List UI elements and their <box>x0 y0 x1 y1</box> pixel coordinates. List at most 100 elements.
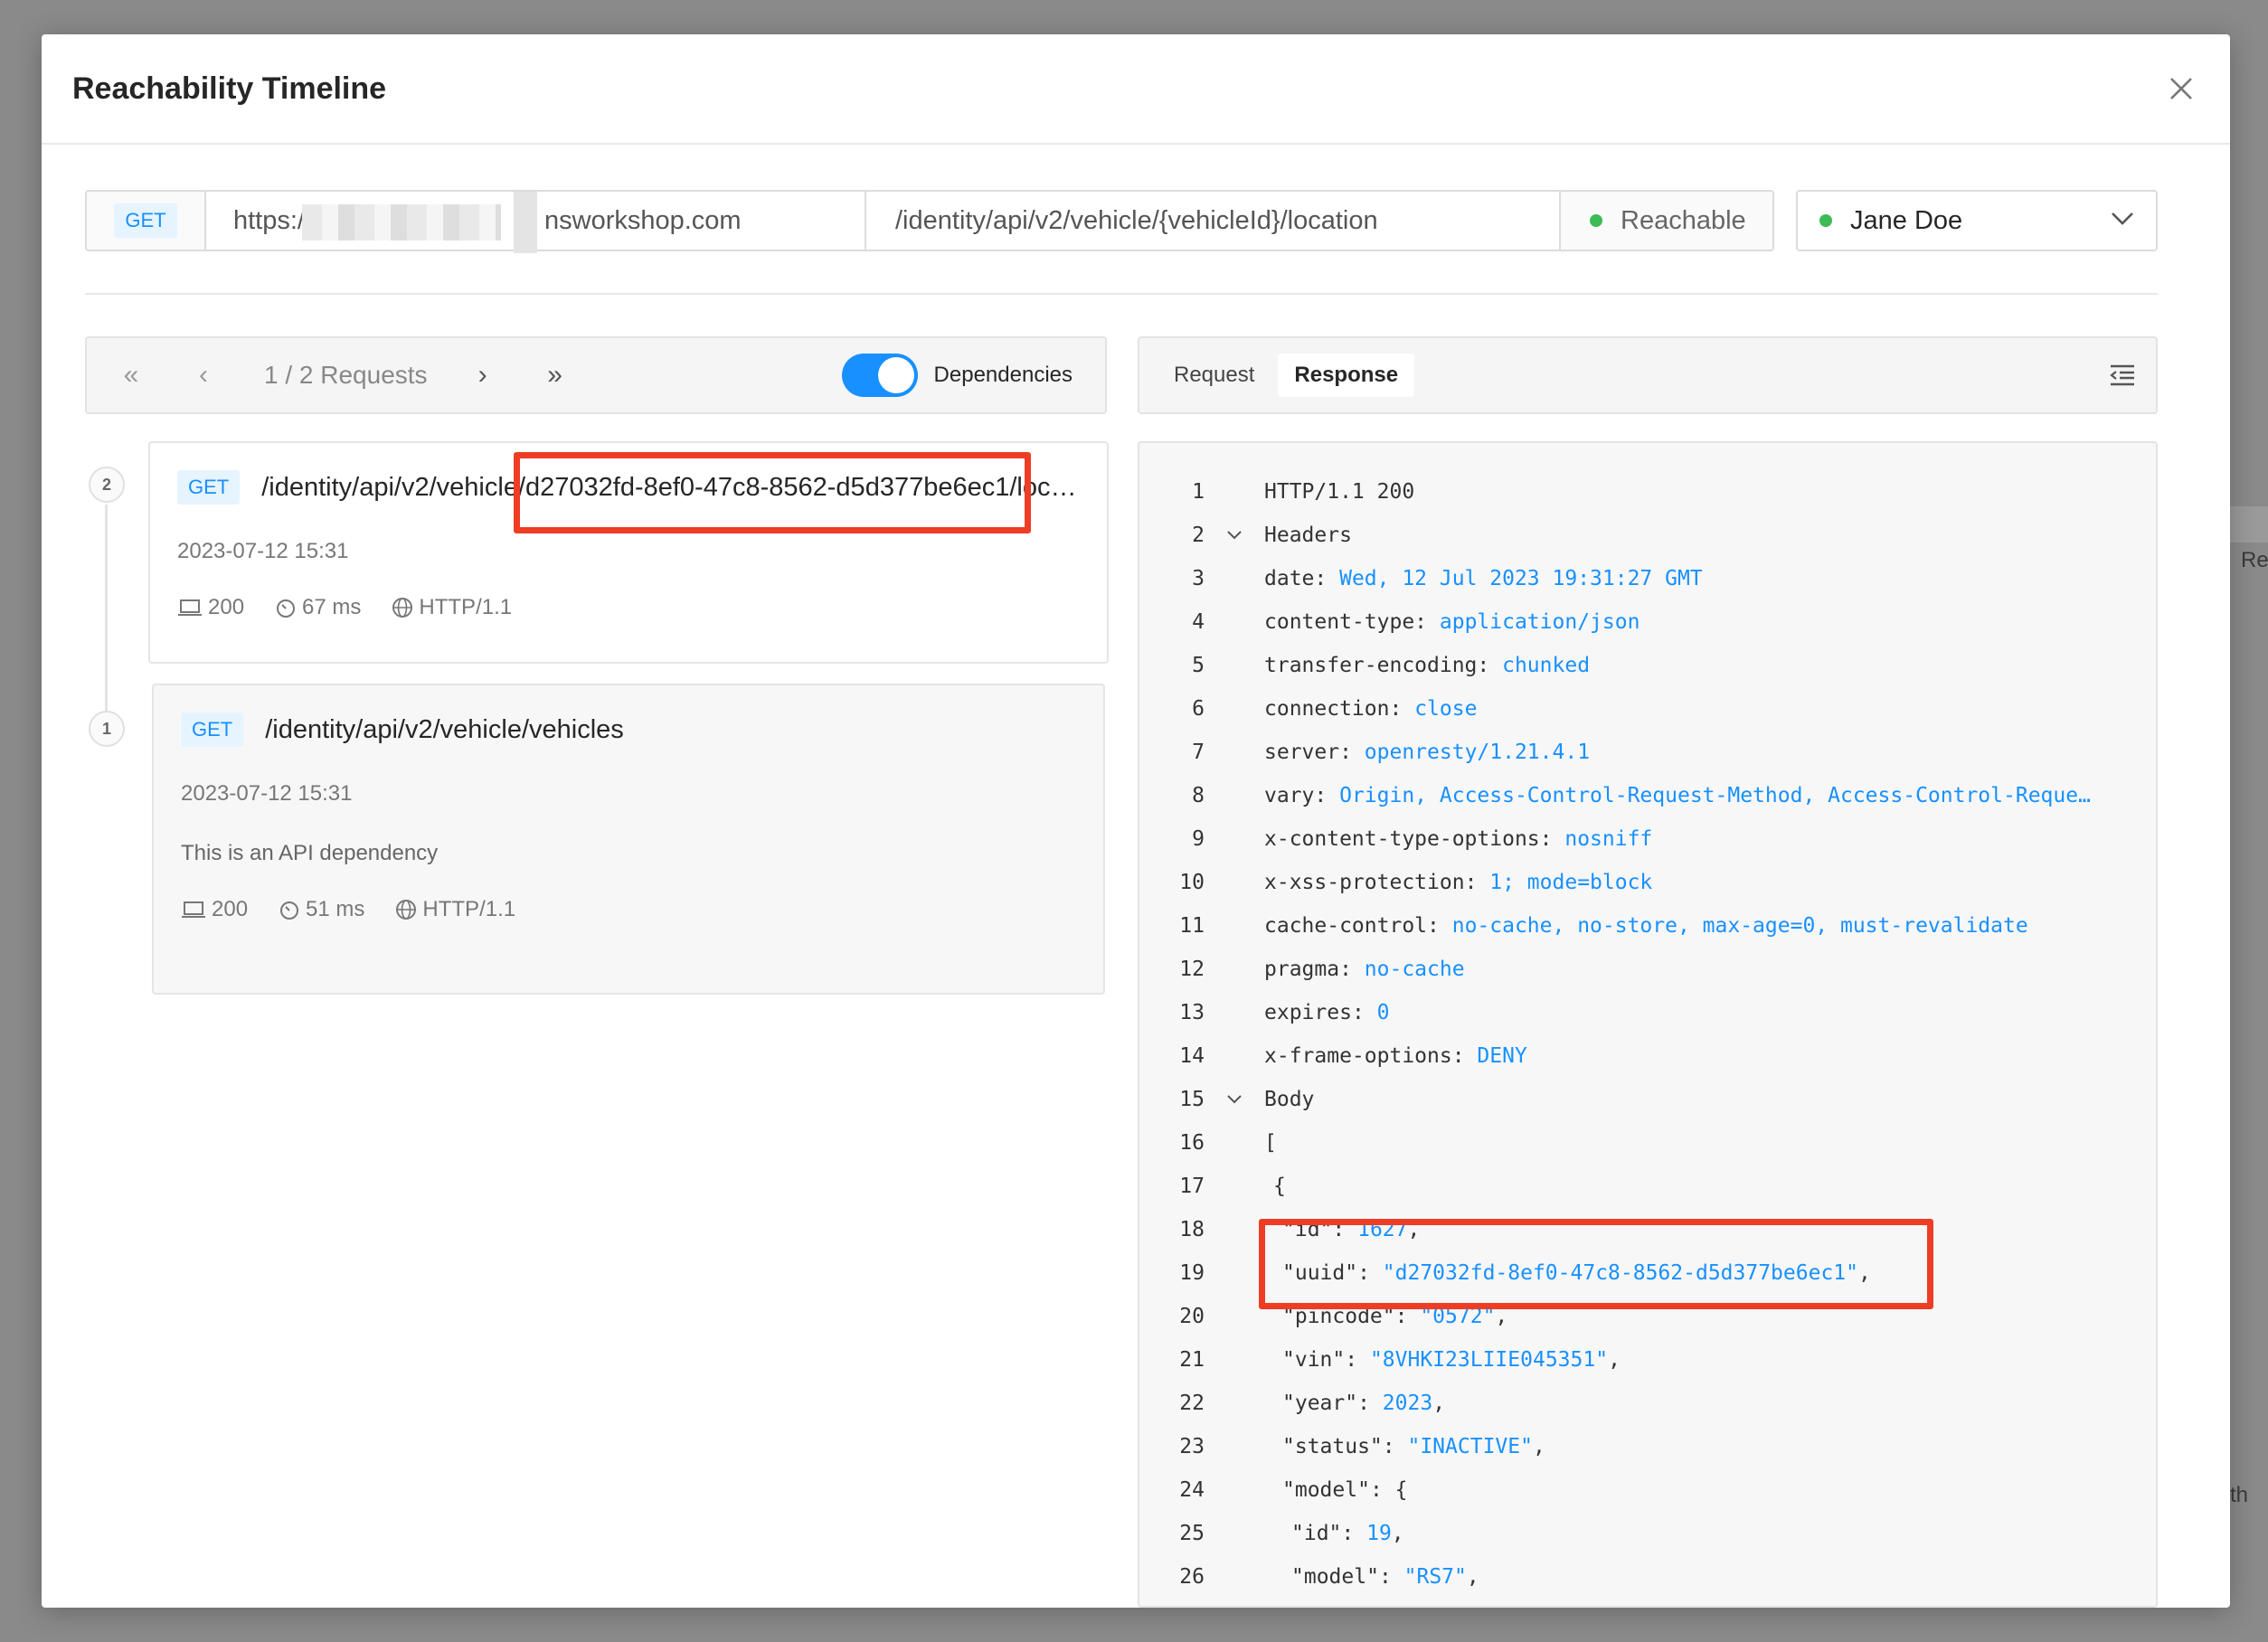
code-content: vary: Origin, Access-Control-Request-Met… <box>1264 784 2091 807</box>
code-content: cache-control: no-cache, no-store, max-a… <box>1264 914 2028 938</box>
code-key: "status" <box>1282 1435 1383 1458</box>
status-code-item: 200 <box>181 897 248 922</box>
code-value: no-cache, no-store, max-age=0, must-reva… <box>1451 914 2028 938</box>
code-line: 2 Headers <box>1139 514 2156 557</box>
code-content: "year": 2023, <box>1264 1392 1445 1415</box>
method-badge: GET <box>177 470 241 505</box>
redacted-host-block <box>302 204 501 241</box>
line-number: 4 <box>1192 610 1205 634</box>
prev-request-icon[interactable]: ‹ <box>192 360 215 391</box>
last-request-icon[interactable]: » <box>543 360 567 391</box>
code-value: nosniff <box>1564 827 1653 851</box>
code-separator: : <box>1339 741 1365 764</box>
collapse-chevron-icon[interactable] <box>1205 530 1264 541</box>
code-value: "8VHKI23LIIE045351" <box>1369 1348 1609 1372</box>
code-value: "0572" <box>1420 1305 1496 1328</box>
code-key: "id" <box>1282 1218 1333 1241</box>
code-separator: : <box>1464 871 1490 894</box>
code-content: x-frame-options: DENY <box>1264 1044 1527 1068</box>
code-separator: : <box>1427 914 1452 938</box>
next-request-icon[interactable]: › <box>471 360 495 391</box>
code-separator: : <box>1389 697 1415 721</box>
code-key: x-xss-protection <box>1264 871 1465 894</box>
code-separator: : <box>1351 1001 1377 1024</box>
user-select[interactable]: Jane Doe <box>1796 190 2158 251</box>
code-line: 11 cache-control: no-cache, no-store, max… <box>1139 904 2156 948</box>
line-number: 25 <box>1179 1522 1205 1545</box>
backdrop-text-2: th <box>2230 1483 2249 1507</box>
status-code: 200 <box>208 595 245 619</box>
code-key: "year" <box>1282 1392 1358 1415</box>
protocol-item: HTTP/1.1 <box>395 897 515 922</box>
code-line: 3 date: Wed, 12 Jul 2023 19:31:27 GMT <box>1139 557 2156 600</box>
code-value: 1627 <box>1357 1218 1408 1241</box>
code-content: "uuid": "d27032fd-8ef0-47c8-8562-d5d377b… <box>1264 1261 1871 1285</box>
collapse-chevron-icon[interactable] <box>1205 1094 1264 1105</box>
code-line: 5 transfer-encoding: chunked <box>1139 644 2156 687</box>
code-line: 15 Body <box>1139 1078 2156 1121</box>
request-time: 2023-07-12 15:31 <box>177 539 349 563</box>
code-line: 17 { <box>1139 1165 2156 1208</box>
code-key: "model" <box>1291 1565 1379 1589</box>
code-content: HTTP/1.1 200 <box>1264 480 1414 504</box>
dependencies-label: Dependencies <box>933 363 1073 387</box>
code-content: "status": "INACTIVE", <box>1264 1435 1545 1458</box>
method-badge: GET <box>114 203 177 238</box>
response-code-panel: 1 HTTP/1.1 200 2 Headers 3 date: Wed, 12 Jul … <box>1138 441 2158 1608</box>
code-separator: : <box>1357 1261 1383 1285</box>
code-punctuation: , <box>1407 1218 1421 1241</box>
code-value: 19 <box>1366 1522 1392 1545</box>
code-punctuation: , <box>1858 1261 1871 1285</box>
reachability-modal: Reachability Timeline GET https:/ nswork… <box>42 34 2230 1608</box>
close-icon[interactable] <box>2163 71 2199 107</box>
code-value: 1; mode=block <box>1489 871 1653 894</box>
tab-response[interactable]: Response <box>1278 354 1415 397</box>
status-dot-icon <box>1590 214 1602 227</box>
line-number: 24 <box>1179 1478 1205 1502</box>
line-number: 15 <box>1179 1088 1205 1111</box>
tab-request[interactable]: Request <box>1158 354 1271 397</box>
code-key: connection <box>1264 697 1390 721</box>
code-key: "pincode" <box>1282 1305 1395 1328</box>
code-separator: : <box>1332 1218 1358 1241</box>
code-content: "model": "RS7", <box>1264 1565 1479 1589</box>
code-line: 25 "id": 19, <box>1139 1512 2156 1555</box>
first-request-icon[interactable]: « <box>119 360 143 391</box>
modal-title: Reachability Timeline <box>72 71 387 106</box>
code-content: "model": { <box>1264 1478 1408 1502</box>
code-content: Body <box>1264 1088 1314 1111</box>
line-number: 9 <box>1192 827 1205 851</box>
request-time: 2023-07-12 15:31 <box>181 781 353 806</box>
code-key: x-frame-options <box>1264 1044 1452 1068</box>
code-content: "pincode": "0572", <box>1264 1305 1507 1328</box>
method-badge: GET <box>181 712 244 747</box>
request-nav-bar: « ‹ 1 / 2 Requests › » Dependencies <box>85 336 1107 414</box>
code-content: server: openresty/1.21.4.1 <box>1264 741 1590 764</box>
laptop-icon <box>182 901 205 918</box>
code-key: transfer-encoding <box>1264 654 1478 677</box>
url-host-prefix: https:/ <box>233 205 305 235</box>
code-key: "model" <box>1282 1478 1370 1502</box>
code-content: "vin": "8VHKI23LIIE045351", <box>1264 1348 1621 1372</box>
url-method-cell: GET <box>87 192 206 250</box>
code-line: 16 [ <box>1139 1121 2156 1165</box>
dependencies-toggle[interactable] <box>841 354 918 397</box>
format-indent-icon[interactable] <box>2107 360 2138 391</box>
laptop-icon <box>178 599 202 616</box>
code-content: [ <box>1264 1131 1277 1155</box>
code-value: application/json <box>1439 610 1640 634</box>
code-content: { <box>1264 1175 1286 1198</box>
code-key: "vin" <box>1282 1348 1346 1372</box>
code-line: 21 "vin": "8VHKI23LIIE045351", <box>1139 1338 2156 1382</box>
line-number: 19 <box>1179 1261 1205 1285</box>
request-card-1[interactable]: GET /identity/api/v2/vehicle/vehicles 20… <box>152 684 1105 995</box>
code-key: [ <box>1264 1131 1277 1155</box>
request-card-2[interactable]: GET /identity/api/v2/vehicle/d27032fd-8e… <box>148 441 1109 664</box>
line-number: 7 <box>1192 741 1205 764</box>
line-number: 26 <box>1179 1565 1205 1589</box>
globe-icon <box>396 900 417 920</box>
status-code: 200 <box>212 897 249 921</box>
request-path: /identity/api/v2/vehicle/d27032fd-8ef0-4… <box>261 472 1077 502</box>
backdrop-strip <box>2230 506 2268 543</box>
code-key: pragma <box>1264 958 1340 981</box>
